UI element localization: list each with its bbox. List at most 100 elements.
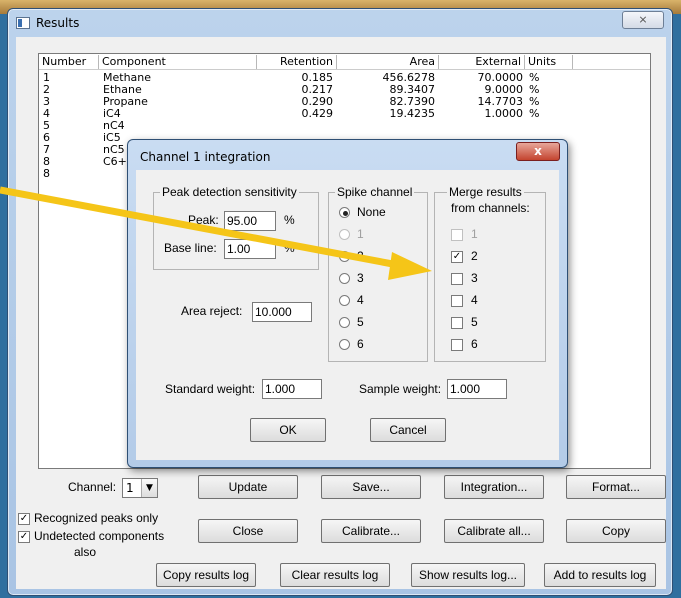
merge-checkbox-label: 3 — [471, 271, 478, 285]
spike-radio-6[interactable] — [339, 339, 350, 350]
col-header-component[interactable]: Component — [99, 55, 257, 69]
dialog-close-button[interactable]: x — [516, 142, 560, 161]
cell-number: 3 — [43, 95, 50, 108]
base-line-input[interactable]: 1.00 — [224, 239, 276, 259]
format-button[interactable]: Format... — [566, 475, 666, 499]
clear-results-log-button[interactable]: Clear results log — [280, 563, 390, 587]
results-titlebar[interactable]: Results ⨯ — [8, 9, 672, 37]
cell-component: nC4 — [103, 119, 125, 132]
integration-button[interactable]: Integration... — [444, 475, 544, 499]
peak-detection-group: Peak detection sensitivity Peak: 95.00 %… — [153, 185, 319, 270]
show-results-log-button[interactable]: Show results log... — [411, 563, 525, 587]
table-row[interactable]: 5 nC4 — [39, 120, 650, 132]
col-header-area[interactable]: Area — [337, 55, 439, 69]
table-header: Number Component Retention Area External… — [39, 54, 650, 70]
cell-number: 2 — [43, 83, 50, 96]
save-button[interactable]: Save... — [321, 475, 421, 499]
standard-weight-input[interactable]: 1.000 — [262, 379, 322, 399]
calibrate-all-button[interactable]: Calibrate all... — [444, 519, 544, 543]
cell-number: 6 — [43, 131, 50, 144]
merge-checkbox-1 — [451, 229, 463, 241]
spike-channel-group: Spike channel None 1 2 3 4 5 6 — [328, 185, 428, 362]
cell-component: Propane — [103, 95, 148, 108]
undetected-also-label: also — [74, 545, 97, 559]
cell-external: 1.0000 — [484, 107, 524, 120]
cell-number: 8 — [43, 167, 50, 180]
merge-checkbox-3[interactable] — [451, 273, 463, 285]
spike-radio-none[interactable] — [339, 207, 350, 218]
app-icon — [16, 17, 30, 29]
copy-results-log-button[interactable]: Copy results log — [156, 563, 256, 587]
table-row[interactable]: 4 iC4 0.429 19.4235 1.0000% — [39, 108, 650, 120]
cell-number: 1 — [43, 71, 50, 84]
peak-percent: % — [284, 213, 295, 227]
spike-radio-label: 4 — [357, 293, 364, 307]
standard-weight-label: Standard weight: — [165, 382, 256, 396]
calibrate-button[interactable]: Calibrate... — [321, 519, 421, 543]
merge-checkbox-2[interactable]: ✓ — [451, 251, 463, 263]
undetected-components-label: Undetected components — [34, 529, 165, 543]
channel-value: 1 — [126, 481, 134, 495]
merge-checkbox-4[interactable] — [451, 295, 463, 307]
spike-radio-label: None — [357, 205, 386, 219]
sample-weight-input[interactable]: 1.000 — [447, 379, 507, 399]
base-line-label: Base line: — [164, 241, 217, 255]
spike-radio-4[interactable] — [339, 295, 350, 306]
peak-detection-title: Peak detection sensitivity — [160, 185, 299, 199]
dialog-title: Channel 1 integration — [140, 150, 271, 164]
col-header-number[interactable]: Number — [39, 55, 99, 69]
peak-label: Peak: — [188, 213, 219, 227]
cell-units: % — [529, 107, 540, 120]
cell-component: iC4 — [103, 107, 121, 120]
col-header-external[interactable]: External — [439, 55, 525, 69]
add-to-results-log-button[interactable]: Add to results log — [544, 563, 656, 587]
merge-results-title: Merge results — [447, 185, 524, 199]
cell-number: 5 — [43, 119, 50, 132]
merge-checkbox-label: 2 — [471, 249, 478, 263]
spike-radio-label: 2 — [357, 249, 364, 263]
col-header-retention[interactable]: Retention — [257, 55, 337, 69]
area-reject-label: Area reject: — [181, 304, 243, 318]
merge-checkbox-label: 1 — [471, 227, 478, 241]
merge-checkbox-label: 5 — [471, 315, 478, 329]
merge-checkbox-5[interactable] — [451, 317, 463, 329]
spike-radio-label: 3 — [357, 271, 364, 285]
spike-radio-5[interactable] — [339, 317, 350, 328]
spike-radio-3[interactable] — [339, 273, 350, 284]
update-button[interactable]: Update — [198, 475, 298, 499]
cell-number: 8 — [43, 155, 50, 168]
cell-number: 4 — [43, 107, 50, 120]
merge-checkbox-6[interactable] — [451, 339, 463, 351]
merge-results-subtitle: from channels: — [451, 201, 530, 215]
channel-label: Channel: — [68, 480, 117, 494]
ok-button[interactable]: OK — [250, 418, 326, 442]
cancel-button[interactable]: Cancel — [370, 418, 446, 442]
recognized-peaks-checkbox[interactable]: ✓ — [18, 513, 30, 525]
merge-checkbox-label: 6 — [471, 337, 478, 351]
peak-input[interactable]: 95.00 — [224, 211, 276, 231]
table-row[interactable]: 3 Propane 0.290 82.7390 14.7703% — [39, 96, 650, 108]
merge-checkbox-label: 4 — [471, 293, 478, 307]
channel-select[interactable]: 1 ▼ — [122, 478, 158, 498]
cell-number: 7 — [43, 143, 50, 156]
window-close-button[interactable]: ⨯ — [622, 11, 664, 29]
merge-results-group: Merge results from channels: 1 ✓ 2 3 4 5 6 — [434, 185, 546, 362]
sample-weight-label: Sample weight: — [359, 382, 442, 396]
col-header-units[interactable]: Units — [525, 55, 573, 69]
spike-radio-2[interactable] — [339, 251, 350, 262]
close-button[interactable]: Close — [198, 519, 298, 543]
cell-area: 19.4235 — [389, 107, 436, 120]
window-title: Results — [36, 16, 80, 30]
cell-retention: 0.429 — [301, 107, 334, 120]
chevron-down-icon[interactable]: ▼ — [141, 479, 157, 497]
base-line-percent: % — [284, 241, 295, 255]
copy-button[interactable]: Copy — [566, 519, 666, 543]
spike-channel-title: Spike channel — [335, 185, 415, 199]
channel-integration-dialog: Channel 1 integration x Peak detection s… — [127, 139, 568, 468]
spike-radio-label: 1 — [357, 227, 364, 241]
dialog-client: Peak detection sensitivity Peak: 95.00 %… — [136, 170, 559, 460]
area-reject-input[interactable]: 10.000 — [252, 302, 312, 322]
spike-radio-1 — [339, 229, 350, 240]
undetected-components-checkbox[interactable]: ✓ — [18, 531, 30, 543]
spike-radio-label: 5 — [357, 315, 364, 329]
